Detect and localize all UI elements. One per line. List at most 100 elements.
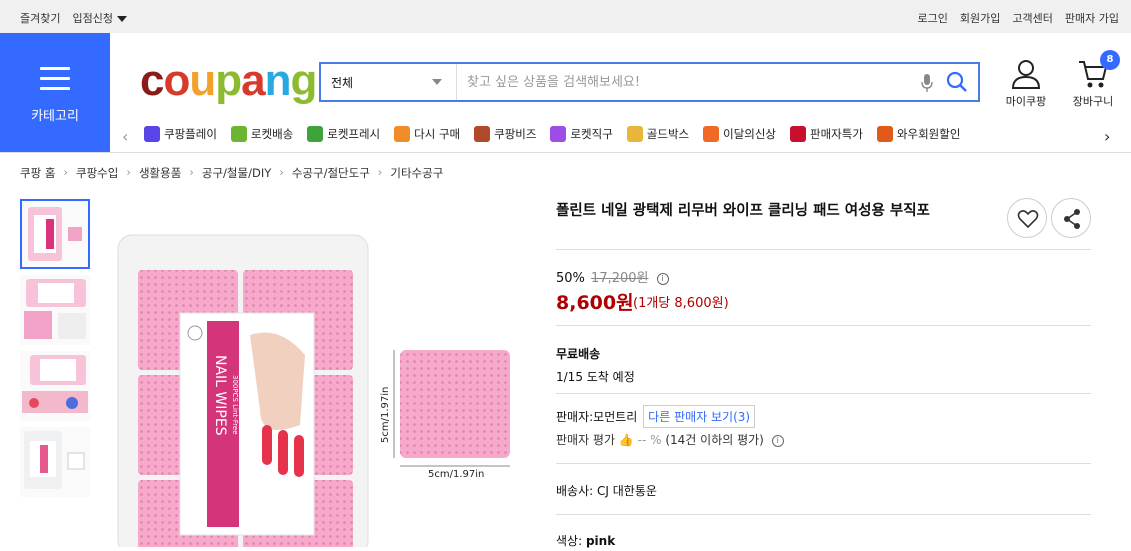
quick-link-label: 쿠팡비즈 (494, 127, 537, 141)
heart-icon (1017, 210, 1039, 229)
quick-link-item[interactable]: 이달의신상 (703, 126, 776, 142)
quick-link-item[interactable]: 판매자특가 (790, 126, 863, 142)
color-label: 색상: (556, 534, 583, 548)
search-input[interactable] (467, 71, 907, 93)
caret-down-icon (116, 16, 127, 22)
breadcrumb-item[interactable]: 공구/철물/DIY (202, 165, 271, 181)
rocket-icon (230, 126, 247, 142)
quick-link-label: 로켓배송 (250, 127, 294, 141)
quick-link-label: 와우회원할인 (896, 127, 961, 141)
info-icon[interactable]: i (771, 434, 784, 447)
discount-row: 50% 17,200원 i (556, 267, 669, 286)
thumbs-up-icon: 👍 (618, 433, 634, 447)
seller-rating-note: (14건 이하의 평가) (665, 433, 764, 447)
seller-rating-label: 판매자 평가 (556, 433, 616, 447)
category-button[interactable]: 카테고리 (0, 33, 110, 152)
new-icon (703, 126, 720, 142)
login-link[interactable]: 로그인 (918, 10, 948, 26)
thumbnail-4[interactable] (20, 427, 90, 497)
quick-link-label: 로켓직구 (570, 127, 613, 141)
carrier-label: 배송사: (556, 484, 594, 498)
quick-link-label: 판매자특가 (810, 127, 863, 141)
percent-icon (790, 126, 807, 142)
original-price: 17,200원 (591, 271, 649, 286)
discount-rate: 50% (556, 271, 585, 286)
dimension-height-label: 5cm/1.97in (380, 387, 391, 443)
mycoupang-label: 마이쿠팡 (1005, 95, 1047, 108)
breadcrumb-item[interactable]: 쿠팡 홈 (20, 165, 55, 181)
breadcrumb-item[interactable]: 수공구/절단도구 (292, 165, 370, 181)
quick-link-item[interactable]: 다시 구매 (394, 126, 460, 142)
microphone-icon[interactable] (921, 73, 933, 93)
breadcrumb-separator-icon: › (63, 165, 69, 179)
thumbnail-3[interactable] (20, 351, 90, 421)
quick-link-item[interactable]: 와우회원할인 (876, 126, 961, 142)
seller-row: 판매자:모먼트리 다른 판매자 보기(3) (556, 405, 756, 428)
seller-signup-link[interactable]: 판매자 가입 (1065, 10, 1119, 26)
sale-price: 8,600원 (556, 292, 634, 314)
arrival-date: 1/15 도착 예정 (556, 370, 635, 384)
top-bar: 즐겨찾기 입점신청 로그인 회원가입 고객센터 판매자 가입 (0, 0, 1131, 33)
carrier-name: CJ 대한통운 (597, 484, 657, 498)
header-divider (0, 152, 1131, 153)
color-value: pink (585, 534, 616, 548)
thumbnail-1[interactable] (20, 199, 90, 269)
dimension-width-label: 5cm/1.97in (428, 469, 484, 480)
seller-rating-value: -- % (637, 433, 662, 447)
hamburger-icon (40, 67, 70, 97)
search-category-value: 전체 (331, 76, 354, 90)
quick-link-item[interactable]: 로켓직구 (550, 126, 613, 142)
seller-label: 판매자: (556, 410, 594, 424)
quick-link-item[interactable]: 로켓프레시 (307, 126, 380, 142)
product-main-image[interactable]: NAIL WIPES 300PCS Lint-Free 5cm/1.97in 5… (110, 225, 530, 551)
quick-link-item[interactable]: 로켓배송 (230, 126, 294, 142)
thumbnail-2[interactable] (20, 275, 90, 345)
shipping-label: 무료배송 (556, 347, 601, 361)
wow-icon (876, 126, 893, 142)
customer-center-link[interactable]: 고객센터 (1012, 10, 1052, 26)
cart-count-badge: 8 (1100, 50, 1120, 70)
package-subtitle: 300PCS Lint-Free (231, 375, 239, 435)
quick-link-label: 다시 구매 (414, 127, 461, 141)
shipping-info: 무료배송 1/15 도착 예정 (556, 345, 635, 385)
breadcrumb-separator-icon: › (189, 165, 194, 179)
other-sellers-button[interactable]: 다른 판매자 보기(3) (643, 405, 756, 428)
signup-link[interactable]: 회원가입 (960, 10, 1000, 26)
search-category-select[interactable]: 전체 (321, 64, 457, 100)
breadcrumb-separator-icon: › (377, 165, 383, 179)
breadcrumb-separator-icon: › (126, 165, 131, 179)
breadcrumb-item[interactable]: 쿠팡수입 (76, 165, 118, 181)
quick-link-label: 로켓프레시 (327, 127, 381, 141)
search-bar: 전체 (319, 62, 980, 102)
chevron-right-icon[interactable]: › (1104, 127, 1110, 146)
search-icon[interactable] (945, 70, 969, 94)
user-icon (1011, 60, 1041, 89)
carrier-row: 배송사: CJ 대한통운 (556, 482, 657, 499)
seller-name[interactable]: 모먼트리 (593, 410, 637, 424)
category-label: 카테고리 (31, 109, 79, 124)
thumbnail-list (20, 199, 90, 503)
breadcrumb-item[interactable]: 생활용품 (139, 165, 181, 181)
breadcrumb-separator-icon: › (279, 165, 284, 179)
quick-link-item[interactable]: 골드박스 (626, 126, 689, 142)
quick-link-item[interactable]: 쿠팡비즈 (474, 126, 536, 142)
rocket-fresh-icon (307, 126, 324, 142)
breadcrumb-item[interactable]: 기타수공구 (390, 165, 443, 181)
share-button[interactable] (1051, 198, 1091, 238)
dropdown-arrow-icon (432, 79, 442, 85)
goldbox-icon (626, 126, 643, 142)
seller-apply-link[interactable]: 입점신청 (72, 10, 127, 26)
mycoupang-button[interactable]: 마이쿠팡 (1003, 58, 1049, 109)
cart-button[interactable]: 8 장바구니 (1070, 50, 1120, 109)
wishlist-button[interactable] (1007, 198, 1047, 238)
chevron-left-icon[interactable]: ‹ (122, 127, 128, 146)
biz-icon (474, 126, 491, 142)
divider (556, 463, 1091, 464)
coupang-logo[interactable]: coupang (140, 58, 317, 104)
play-icon (144, 126, 160, 142)
info-icon[interactable]: i (656, 272, 669, 285)
quick-link-item[interactable]: 쿠팡플레이 (144, 126, 217, 142)
bookmark-link[interactable]: 즐겨찾기 (20, 10, 60, 26)
global-icon (550, 126, 567, 142)
divider (556, 325, 1091, 326)
